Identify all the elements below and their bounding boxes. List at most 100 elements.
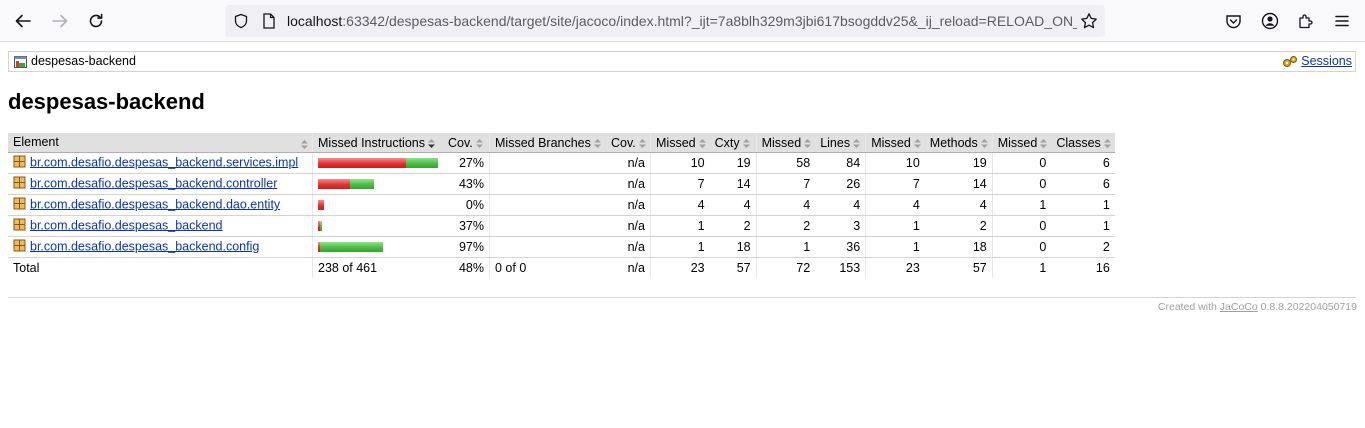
covered-bar — [406, 158, 438, 168]
lines: 4 — [815, 194, 866, 216]
lines-missed: 7 — [755, 173, 816, 195]
menu-button[interactable] — [1327, 6, 1357, 36]
total-label: Total — [13, 261, 40, 275]
missed-branches-bar — [489, 236, 606, 258]
classes-missed: 0 — [991, 215, 1052, 237]
missed-instructions-bar — [312, 152, 443, 174]
lines: 3 — [815, 215, 866, 237]
header-methods[interactable]: Methods — [924, 133, 993, 153]
methods-missed: 10 — [865, 152, 925, 174]
element-cell: br.com.desafio.despesas_backend — [8, 215, 313, 237]
sort-icon — [475, 138, 484, 149]
sessions-link[interactable]: Sessions — [1301, 54, 1352, 68]
covered-bar — [350, 179, 374, 189]
header-methods-missed[interactable]: Missed — [865, 133, 925, 153]
page-icon[interactable] — [261, 13, 277, 29]
classes-missed: 0 — [991, 236, 1052, 258]
methods: 18 — [924, 236, 993, 258]
back-button[interactable] — [8, 6, 38, 36]
instr-cov: 97% — [443, 236, 490, 258]
package-link[interactable]: br.com.desafio.despesas_backend.services… — [30, 155, 298, 169]
package-icon — [13, 176, 26, 192]
cxty-missed: 7 — [649, 173, 710, 195]
url-text[interactable]: localhost:63342/despesas-backend/target/… — [287, 13, 1077, 29]
header-lines[interactable]: Lines — [815, 133, 866, 153]
sort-icon — [852, 138, 861, 149]
header-branch-cov[interactable]: Cov. — [606, 133, 651, 153]
table-total-row: Total 238 of 461 48% 0 of 0 n/a 23 57 72… — [8, 257, 1115, 278]
header-element[interactable]: Element — [8, 133, 313, 153]
element-cell: br.com.desafio.despesas_backend.dao.enti… — [8, 194, 313, 216]
breadcrumb-report-label: despesas-backend — [31, 54, 136, 68]
sort-icon — [638, 138, 647, 149]
missed-bar — [318, 158, 406, 168]
header-missed-branches[interactable]: Missed Branches — [489, 133, 606, 153]
classes: 1 — [1051, 194, 1115, 216]
cxty-missed: 1 — [649, 215, 710, 237]
shield-icon[interactable] — [233, 13, 249, 29]
total-methods: 57 — [972, 261, 987, 275]
header-lines-missed[interactable]: Missed — [755, 133, 816, 153]
sort-icon — [698, 138, 707, 149]
header-classes[interactable]: Classes — [1051, 133, 1115, 153]
account-button[interactable] — [1255, 6, 1285, 36]
methods-missed: 1 — [865, 236, 925, 258]
sort-icon — [1039, 138, 1048, 149]
package-link[interactable]: br.com.desafio.despesas_backend.dao.enti… — [30, 197, 280, 211]
header-classes-missed[interactable]: Missed — [991, 133, 1052, 153]
total-branch-cov: n/a — [627, 261, 645, 275]
header-cxty-missed[interactable]: Missed — [649, 133, 710, 153]
branch-cov: n/a — [606, 236, 651, 258]
extensions-button[interactable] — [1291, 6, 1321, 36]
total-instructions: 238 of 461 — [312, 257, 443, 278]
table-row: br.com.desafio.despesas_backend.controll… — [8, 173, 1115, 195]
header-cxty[interactable]: Cxty — [709, 133, 757, 153]
star-bookmark-icon[interactable] — [1080, 12, 1098, 30]
missed-bar — [318, 200, 324, 210]
sort-icon — [913, 138, 922, 149]
methods-missed: 4 — [865, 194, 925, 216]
table-row: br.com.desafio.despesas_backend 37% n/a 1 2 2… — [8, 215, 1115, 237]
missed-branches-bar — [489, 173, 606, 195]
lines: 26 — [815, 173, 866, 195]
breadcrumb: despesas-backend Sessions — [8, 51, 1356, 72]
missed-instructions-bar — [312, 215, 443, 237]
hamburger-icon — [1335, 15, 1349, 27]
package-link[interactable]: br.com.desafio.despesas_backend.controll… — [30, 176, 277, 190]
cxty-missed: 4 — [649, 194, 710, 216]
package-link[interactable]: br.com.desafio.despesas_backend — [30, 218, 223, 232]
footer-created-with: Created with JaCoCo 0.8.8.202204050719 — [1158, 301, 1357, 313]
coverage-table: Element Missed Instructions Cov. Missed … — [8, 133, 1115, 278]
sort-icon — [300, 139, 309, 150]
branch-cov: n/a — [606, 194, 651, 216]
reload-button[interactable] — [81, 6, 111, 36]
browser-toolbar: localhost:63342/despesas-backend/target/… — [0, 0, 1365, 42]
classes-missed: 1 — [991, 194, 1052, 216]
sessions-icon — [1282, 55, 1298, 68]
footer-divider — [8, 297, 1356, 298]
sort-icon — [803, 138, 812, 149]
report-icon — [14, 55, 27, 68]
pocket-button[interactable] — [1218, 6, 1248, 36]
element-cell: br.com.desafio.despesas_backend.config — [8, 236, 313, 258]
covered-bar — [320, 242, 383, 252]
missed-bar — [318, 179, 350, 189]
cxty: 18 — [709, 236, 757, 258]
methods-missed: 7 — [865, 173, 925, 195]
url-bar[interactable]: localhost:63342/despesas-backend/target/… — [225, 5, 1105, 37]
sort-icon — [980, 138, 989, 149]
header-instr-cov[interactable]: Cov. — [443, 133, 490, 153]
cxty: 4 — [709, 194, 757, 216]
url-path: :63342/despesas-backend/target/site/jaco… — [342, 13, 1077, 29]
url-host: localhost — [287, 13, 343, 29]
total-cxty-missed: 23 — [649, 257, 710, 278]
table-row: br.com.desafio.despesas_backend.config 97… — [8, 236, 1115, 258]
methods: 14 — [924, 173, 993, 195]
package-icon — [13, 218, 26, 234]
package-link[interactable]: br.com.desafio.despesas_backend.config — [30, 239, 259, 253]
sort-down-icon — [427, 138, 436, 149]
forward-button[interactable] — [45, 6, 75, 36]
header-missed-instructions[interactable]: Missed Instructions — [312, 133, 443, 153]
jacoco-link[interactable]: JaCoCo — [1220, 301, 1258, 313]
classes-missed: 0 — [991, 173, 1052, 195]
